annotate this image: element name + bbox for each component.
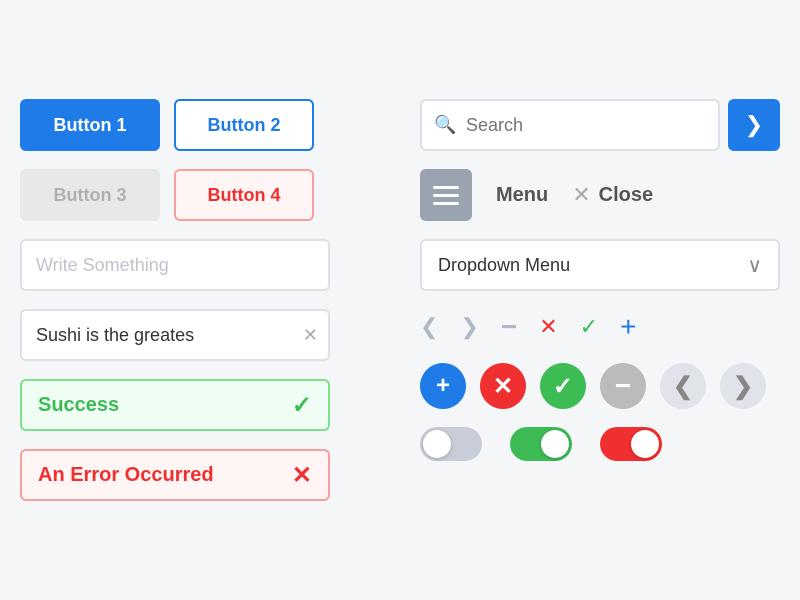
check-button[interactable]: ✓ xyxy=(580,316,598,338)
toggle-red-thumb xyxy=(631,430,659,458)
button-2[interactable]: Button 2 xyxy=(174,99,314,151)
right-column: 🔍 ❯ Menu ✕ Close xyxy=(420,99,780,501)
button-row-1: Button 1 Button 2 xyxy=(20,99,400,151)
circle-plus-button[interactable]: + xyxy=(420,363,466,409)
close-button[interactable]: ✕ Close xyxy=(572,182,653,208)
success-label: Success xyxy=(38,394,119,417)
success-status: Success ✓ xyxy=(20,379,330,431)
circle-chevron-right-button[interactable]: ❯ xyxy=(720,363,766,409)
toggle-green-thumb xyxy=(541,430,569,458)
chevron-right-button[interactable]: ❯ xyxy=(460,316,478,338)
x-button[interactable]: ✕ xyxy=(539,316,557,338)
menu-button[interactable] xyxy=(420,169,472,221)
write-something-input[interactable] xyxy=(20,239,330,291)
toggle-on-green[interactable] xyxy=(510,427,572,461)
button-3: Button 3 xyxy=(20,169,160,221)
dropdown-menu[interactable]: Dropdown Menu ∨ xyxy=(420,239,780,291)
chevron-down-icon: ∨ xyxy=(747,253,762,278)
left-column: Button 1 Button 2 Button 3 Button 4 ✕ xyxy=(20,99,400,501)
search-row: 🔍 ❯ xyxy=(420,99,780,151)
button-4[interactable]: Button 4 xyxy=(174,169,314,221)
filled-input[interactable] xyxy=(20,309,330,361)
toggle-on-red[interactable] xyxy=(600,427,662,461)
button-1[interactable]: Button 1 xyxy=(20,99,160,151)
circle-minus-button[interactable]: − xyxy=(600,363,646,409)
toggles-row xyxy=(420,427,780,461)
error-row: An Error Occurred ✕ xyxy=(20,449,400,501)
circle-chevron-left-button[interactable]: ❮ xyxy=(660,363,706,409)
filled-input-wrap: ✕ xyxy=(20,309,330,361)
app-container: Button 1 Button 2 Button 3 Button 4 ✕ xyxy=(0,0,800,600)
error-x-icon: ✕ xyxy=(292,461,312,490)
toggle-off[interactable] xyxy=(420,427,482,461)
chevron-left-button[interactable]: ❮ xyxy=(420,316,438,338)
toggle-off-thumb xyxy=(423,430,451,458)
circle-x-button[interactable]: ✕ xyxy=(480,363,526,409)
hamburger-line-1 xyxy=(433,186,459,189)
error-label: An Error Occurred xyxy=(38,464,214,487)
input-placeholder-row xyxy=(20,239,400,291)
search-input[interactable] xyxy=(420,99,720,151)
hamburger-line-3 xyxy=(433,202,459,205)
menu-close-row: Menu ✕ Close xyxy=(420,169,780,221)
error-status: An Error Occurred ✕ xyxy=(20,449,330,501)
search-icon: 🔍 xyxy=(434,115,456,136)
icon-buttons-row: ❮ ❯ − ✕ ✓ + xyxy=(420,309,780,345)
search-input-wrap: 🔍 xyxy=(420,99,720,151)
input-filled-row: ✕ xyxy=(20,309,400,361)
clear-input-button[interactable]: ✕ xyxy=(303,326,318,344)
circle-check-button[interactable]: ✓ xyxy=(540,363,586,409)
button-row-2: Button 3 Button 4 xyxy=(20,169,400,221)
close-label: Close xyxy=(599,184,653,207)
plus-button[interactable]: + xyxy=(620,313,636,341)
success-check-icon: ✓ xyxy=(292,391,312,420)
dropdown-label: Dropdown Menu xyxy=(438,255,570,276)
menu-label: Menu xyxy=(496,184,548,207)
main-grid: Button 1 Button 2 Button 3 Button 4 ✕ xyxy=(0,69,800,531)
search-submit-button[interactable]: ❯ xyxy=(728,99,780,151)
arrow-right-icon: ❯ xyxy=(745,112,763,138)
hamburger-line-2 xyxy=(433,194,459,197)
close-x-icon: ✕ xyxy=(572,182,590,208)
minus-button[interactable]: − xyxy=(501,313,517,341)
circle-icons-row: + ✕ ✓ − ❮ ❯ xyxy=(420,363,780,409)
success-row: Success ✓ xyxy=(20,379,400,431)
